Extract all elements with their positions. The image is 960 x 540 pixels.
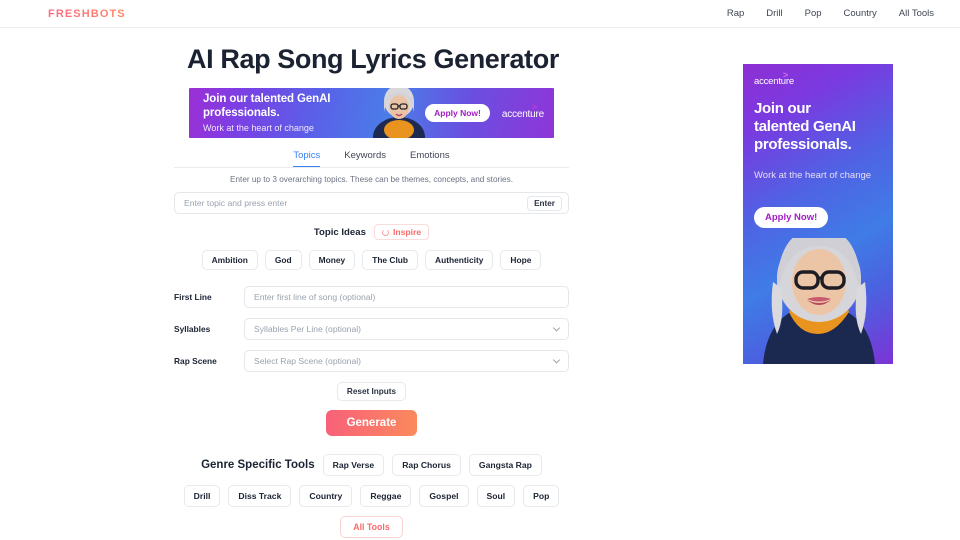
banner-ad[interactable]: Join our talented GenAI professionals. W… — [189, 88, 554, 138]
all-tools-button[interactable]: All Tools — [340, 516, 403, 538]
tab-keywords[interactable]: Keywords — [344, 150, 386, 167]
topic-ideas-label: Topic Ideas — [313, 226, 366, 238]
chevron-down-icon — [552, 356, 561, 364]
nav-item-country[interactable]: Country — [844, 8, 877, 19]
genre-tools-section: Genre Specific Tools Rap Verse Rap Choru… — [172, 454, 572, 538]
banner-subtext: Work at the heart of change — [203, 123, 314, 133]
first-line-input[interactable] — [254, 292, 559, 302]
input-mode-tabs: Topics Keywords Emotions — [0, 150, 743, 167]
generate-row: Generate — [174, 410, 569, 436]
generate-button[interactable]: Generate — [325, 410, 418, 436]
banner-person-photo — [367, 88, 431, 138]
rap-scene-select[interactable]: Select Rap Scene (optional) — [244, 350, 569, 372]
genre-tools-title: Genre Specific Tools — [201, 459, 315, 471]
tabs-divider — [174, 167, 569, 168]
sidebar-headline-line2: talented GenAI — [754, 118, 856, 135]
first-line-field[interactable] — [244, 286, 569, 308]
banner-ad-text: Join our talented GenAI professionals. W… — [189, 93, 331, 133]
genre-tools-row-1: Genre Specific Tools Rap Verse Rap Choru… — [172, 454, 572, 476]
banner-ad-right: Apply Now! > accenture — [425, 88, 544, 138]
main-content: AI Rap Song Lyrics Generator Join our ta… — [0, 28, 743, 540]
reset-row: Reset Inputs — [174, 382, 569, 401]
syllables-select[interactable]: Syllables Per Line (optional) — [244, 318, 569, 340]
genre-button-rap-verse[interactable]: Rap Verse — [322, 454, 385, 476]
nav-item-rap[interactable]: Rap — [727, 8, 744, 19]
genre-button-soul[interactable]: Soul — [476, 485, 516, 507]
sidebar-person-photo — [743, 238, 893, 364]
rap-scene-selected-value: Select Rap Scene (optional) — [254, 356, 362, 366]
reset-inputs-button[interactable]: Reset Inputs — [336, 382, 407, 401]
tab-emotions[interactable]: Emotions — [410, 150, 450, 167]
nav-item-pop[interactable]: Pop — [805, 8, 822, 19]
genre-button-rap-chorus[interactable]: Rap Chorus — [392, 454, 461, 476]
main-navigation: Rap Drill Pop Country All Tools — [727, 8, 934, 19]
genre-button-reggae[interactable]: Reggae — [360, 485, 412, 507]
inspire-button[interactable]: Inspire — [373, 224, 430, 240]
topic-enter-button[interactable]: Enter — [527, 195, 562, 211]
banner-apply-now-button[interactable]: Apply Now! — [425, 104, 490, 122]
generator-form: Enter Topic Ideas Inspire Ambition God M… — [174, 192, 569, 436]
chevron-down-icon — [552, 324, 561, 332]
page-body: AI Rap Song Lyrics Generator Join our ta… — [0, 28, 960, 540]
genre-button-country[interactable]: Country — [299, 485, 353, 507]
field-row-first-line: First Line — [174, 286, 569, 308]
sidebar-ad-headline: Join our talented GenAI professionals. — [754, 100, 884, 154]
topic-chip-hope[interactable]: Hope — [500, 250, 542, 270]
topic-chip-money[interactable]: Money — [308, 250, 356, 270]
topic-chip-ambition[interactable]: Ambition — [201, 250, 258, 270]
topic-chip-authenticity[interactable]: Authenticity — [425, 250, 494, 270]
topic-chip-list: Ambition God Money The Club Authenticity… — [174, 250, 569, 270]
sidebar-headline-line1: Join our — [754, 100, 811, 117]
accenture-wordmark: accenture — [501, 108, 544, 120]
genre-button-gangsta-rap[interactable]: Gangsta Rap — [468, 454, 542, 476]
page-title: AI Rap Song Lyrics Generator — [187, 44, 559, 74]
nav-item-drill[interactable]: Drill — [766, 8, 782, 19]
topic-ideas-header: Topic Ideas Inspire — [174, 224, 569, 240]
sidebar-ad[interactable]: > accenture Join our talented GenAI prof… — [743, 64, 893, 364]
field-row-rap-scene: Rap Scene Select Rap Scene (optional) — [174, 350, 569, 372]
genre-button-gospel[interactable]: Gospel — [419, 485, 469, 507]
brand-logo[interactable]: FRESHBOTS — [48, 8, 126, 20]
first-line-label: First Line — [174, 292, 212, 302]
sidebar-accenture-logo: > accenture — [754, 70, 794, 87]
tab-topics[interactable]: Topics — [293, 150, 321, 167]
banner-headline-line2: professionals. — [203, 106, 280, 119]
genre-tools-row-2: Drill Diss Track Country Reggae Gospel S… — [172, 485, 572, 507]
site-header: FRESHBOTS Rap Drill Pop Country All Tool… — [0, 0, 960, 28]
topic-chip-god[interactable]: God — [264, 250, 302, 270]
field-row-syllables: Syllables Syllables Per Line (optional) — [174, 318, 569, 340]
optional-fields: First Line Syllables Syllables Per Line … — [174, 286, 569, 372]
syllables-selected-value: Syllables Per Line (optional) — [254, 324, 362, 334]
sidebar-apply-now-button[interactable]: Apply Now! — [754, 207, 829, 228]
all-tools-row: All Tools — [172, 516, 572, 538]
rap-scene-label: Rap Scene — [174, 356, 217, 366]
accenture-logo: > accenture — [501, 102, 544, 120]
genre-button-drill[interactable]: Drill — [183, 485, 221, 507]
sidebar-column: > accenture Join our talented GenAI prof… — [743, 28, 960, 540]
topic-input-row: Enter — [174, 192, 569, 214]
inspire-label: Inspire — [392, 227, 422, 237]
tab-hint-text: Enter up to 3 overarching topics. These … — [230, 175, 513, 184]
nav-item-all-tools[interactable]: All Tools — [899, 8, 934, 19]
accenture-arrow-icon: > — [531, 101, 537, 112]
sidebar-headline-line3: professionals. — [754, 136, 852, 153]
banner-headline-line1: Join our talented GenAI — [203, 93, 331, 105]
genre-button-diss-track[interactable]: Diss Track — [228, 485, 292, 507]
refresh-icon — [381, 228, 389, 236]
accenture-arrow-icon: > — [783, 70, 789, 80]
syllables-label: Syllables — [174, 324, 211, 334]
genre-button-pop[interactable]: Pop — [523, 485, 560, 507]
sidebar-ad-subtext: Work at the heart of change — [754, 170, 872, 181]
topic-chip-the-club[interactable]: The Club — [362, 250, 419, 270]
topic-input[interactable] — [184, 198, 528, 208]
banner-ad-container: Join our talented GenAI professionals. W… — [0, 88, 743, 138]
